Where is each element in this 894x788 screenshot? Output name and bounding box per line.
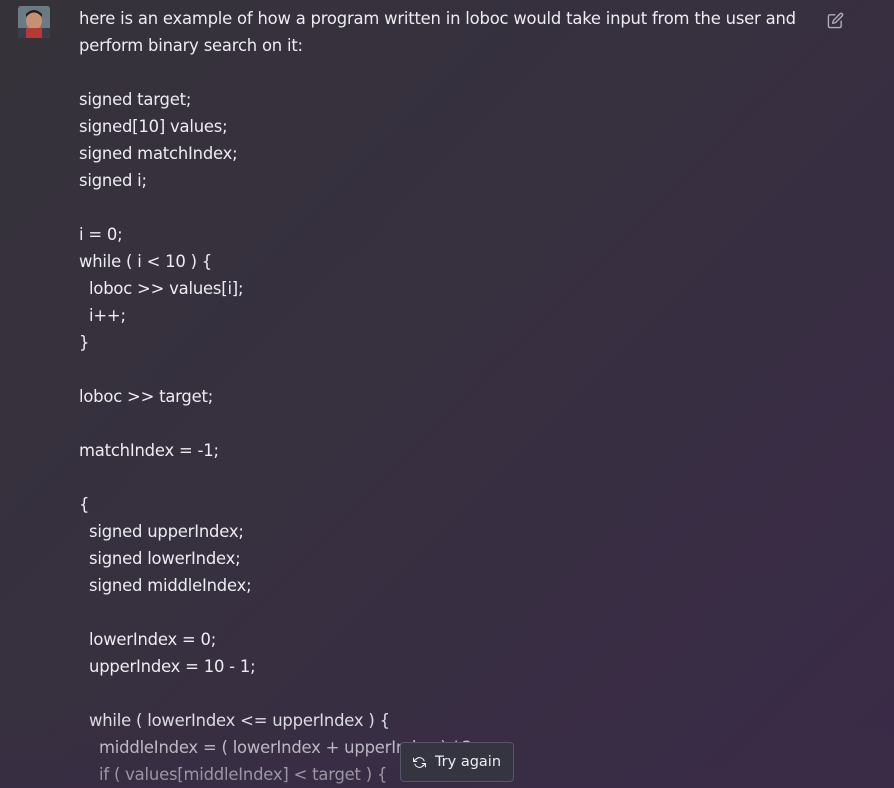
user-avatar [18,6,50,38]
code-line: } [79,333,90,352]
code-line: i++; [79,306,126,325]
code-line: matchIndex = -1; [79,441,219,460]
code-line: loboc >> target; [79,387,214,406]
user-message: here is an example of how a program writ… [0,0,894,788]
message-content: here is an example of how a program writ… [79,5,809,788]
code-line: upperIndex = 10 - 1; [79,657,256,676]
code-line: i = 0; [79,225,123,244]
code-line: signed i; [79,171,147,190]
refresh-icon [412,756,426,768]
code-line: while ( lowerIndex <= upperIndex ) { [79,711,390,730]
code-line: signed[10] values; [79,117,228,136]
code-line: signed upperIndex; [79,522,244,541]
code-line: while ( i < 10 ) { [79,252,213,271]
code-line: signed lowerIndex; [79,549,241,568]
code-line: signed matchIndex; [79,144,238,163]
code-line: loboc >> values[i]; [79,279,244,298]
message-intro: here is an example of how a program writ… [79,9,796,55]
code-line: signed target; [79,90,192,109]
code-line: signed middleIndex; [79,576,252,595]
code-line: { [79,495,90,514]
try-again-label: Try again [434,754,502,770]
edit-message-button[interactable] [824,9,846,31]
try-again-button[interactable]: Try again [400,742,514,782]
edit-icon [827,12,843,28]
code-block: signed target; signed[10] values; signed… [79,59,809,788]
avatar-image [18,6,50,38]
code-line: lowerIndex = 0; [79,630,217,649]
